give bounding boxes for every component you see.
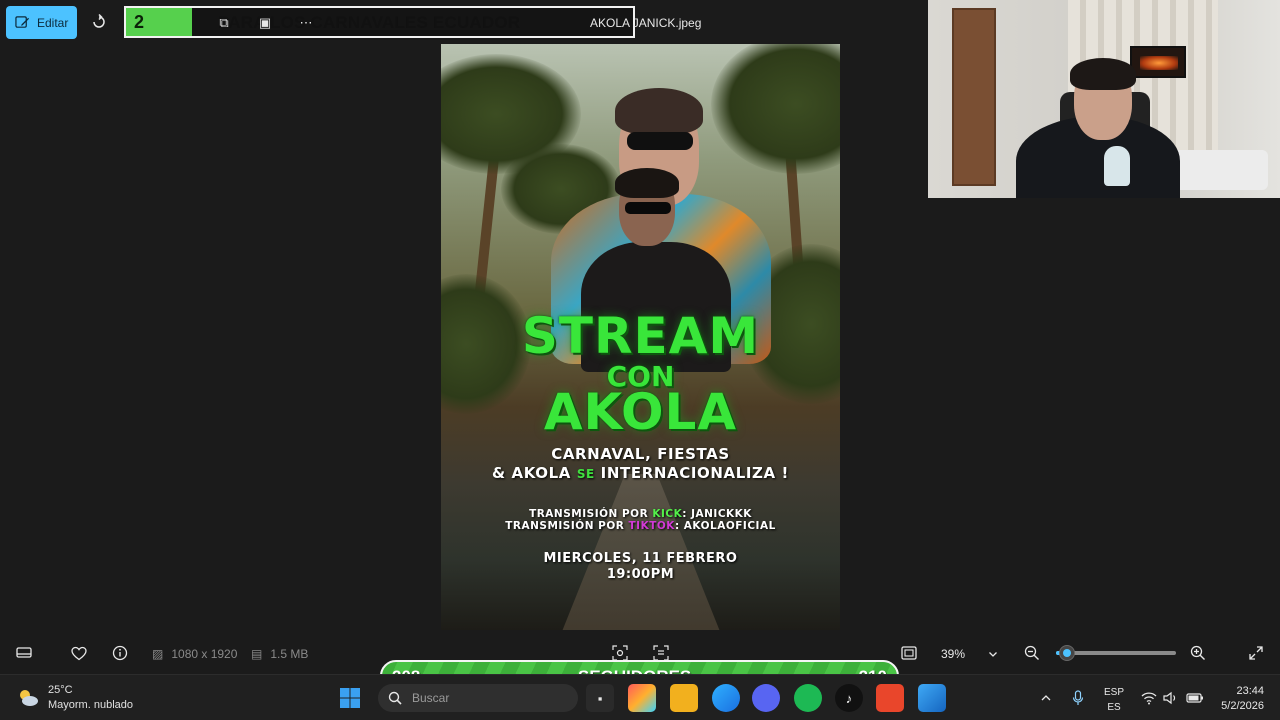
fullscreen-icon[interactable] <box>1246 643 1266 663</box>
fit-to-window-icon[interactable] <box>899 643 919 663</box>
door <box>952 8 996 186</box>
weather-desc: Mayorm. nublado <box>48 699 133 711</box>
poster-tiktok-line: TRANSMISIÓN POR TIKTOK: AKOLAOFICIAL <box>441 520 840 532</box>
tiktok-platform: TIKTOK <box>628 520 675 532</box>
zoom-out-icon[interactable] <box>1022 643 1042 663</box>
kick-suffix: : JANICKKK <box>682 508 752 520</box>
windows-logo-icon <box>340 688 360 708</box>
person-hair <box>615 168 679 198</box>
weather-temp: 25°C <box>48 684 73 696</box>
file-size-icon: ▤ <box>251 647 263 661</box>
edit-image-icon <box>15 16 30 28</box>
image-file-size: ▤ 1.5 MB <box>251 647 308 661</box>
search-icon <box>388 691 402 705</box>
image-dimensions: ▨ 1080 x 1920 <box>152 647 237 661</box>
zoom-value: 39% <box>941 647 966 661</box>
taskbar-app-edge[interactable] <box>712 684 740 712</box>
poster-subtitle-line1: CARNAVAL, FIESTAS <box>551 445 730 463</box>
filmstrip-icon[interactable] <box>14 643 34 663</box>
top-toolbar: Editar 2 PARA LOS CARNAVALES ECUADOR ⧉ ▣… <box>0 0 928 44</box>
taskbar-app-brave[interactable] <box>876 684 904 712</box>
poster-date: MIERCOLES, 11 FEBRERO <box>543 551 738 566</box>
zoom-dropdown[interactable]: 39% <box>930 640 1010 668</box>
microphone-tray[interactable] <box>1072 675 1084 720</box>
volume-tray[interactable] <box>1163 675 1179 720</box>
poster-image: STREAM CON AKOLA CARNAVAL, FIESTAS & AKO… <box>441 44 840 630</box>
edit-button[interactable]: Editar <box>6 6 77 39</box>
rotate-button[interactable] <box>88 11 110 33</box>
poster-kick-line: TRANSMISIÓN POR KICK: JANICKKK <box>441 508 840 520</box>
kick-prefix: TRANSMISIÓN POR <box>529 508 653 520</box>
zoom-slider[interactable] <box>1056 645 1176 661</box>
tiktok-suffix: : AKOLAOFICIAL <box>674 520 776 532</box>
kick-platform: KICK <box>652 508 683 520</box>
taskbar-app-copilot[interactable] <box>628 684 656 712</box>
terminal-icon: ▪ <box>597 690 603 706</box>
goal-overlay-bar: 2 PARA LOS CARNAVALES ECUADOR ⧉ ▣ ⋯ <box>124 6 635 38</box>
zoom-in-icon[interactable] <box>1188 643 1208 663</box>
lock-icon[interactable]: ▣ <box>257 15 273 31</box>
webcam-overlay <box>928 0 1280 198</box>
goal-count: 2 <box>134 12 145 32</box>
chevron-up-icon <box>1041 695 1051 701</box>
poster-title-line1: STREAM <box>521 307 760 365</box>
sunglasses <box>627 132 693 150</box>
rotate-icon <box>93 13 105 28</box>
file-size-value: 1.5 MB <box>270 647 309 661</box>
dimensions-value: 1080 x 1920 <box>171 647 238 661</box>
windows-taskbar: 25°C Mayorm. nublado Buscar ▪ ♪ ESP ES 2… <box>0 674 1280 720</box>
wifi-icon <box>1141 692 1157 705</box>
taskbar-search[interactable]: Buscar <box>378 684 578 712</box>
sunglasses <box>625 202 671 214</box>
poster-subtitle-line2: & AKOLA SE INTERNACIONALIZA ! <box>441 464 840 482</box>
info-icon[interactable] <box>110 643 130 663</box>
show-hidden-icons[interactable] <box>1040 675 1052 720</box>
battery-icon <box>1186 693 1203 703</box>
streamer-hair <box>1070 58 1136 90</box>
crop-icon[interactable]: ⧉ <box>216 15 232 31</box>
wifi-tray[interactable] <box>1141 675 1157 720</box>
taskbar-app-file-explorer[interactable] <box>670 684 698 712</box>
system-clock[interactable]: 23:44 5/2/2026 <box>1212 684 1264 714</box>
weather-widget[interactable]: 25°C Mayorm. nublado <box>16 683 133 713</box>
tiktok-prefix: TRANSMISIÓN POR <box>505 520 629 532</box>
subtitle-part-b: INTERNACIONALIZA ! <box>594 464 789 482</box>
favorite-icon[interactable] <box>69 643 89 663</box>
zoom-slider-thumb[interactable] <box>1058 645 1075 661</box>
search-placeholder: Buscar <box>412 691 450 705</box>
fireplace-tv <box>1130 46 1186 78</box>
person-hair <box>615 88 703 134</box>
more-options-icon[interactable]: ⋯ <box>298 15 314 31</box>
battery-tray[interactable] <box>1186 675 1204 720</box>
dimensions-icon: ▨ <box>152 647 164 661</box>
clock-date: 5/2/2026 <box>1221 700 1264 712</box>
file-name: AKOLA JANICK.jpeg <box>590 16 702 30</box>
microphone <box>1104 146 1130 186</box>
taskbar-app-terminal[interactable]: ▪ <box>586 684 614 712</box>
microphone-icon <box>1072 690 1084 705</box>
weather-text: 25°C Mayorm. nublado <box>48 683 133 713</box>
poster-title-line3: AKOLA <box>543 383 738 441</box>
taskbar-app-spotify[interactable] <box>794 684 822 712</box>
taskbar-app-photos[interactable] <box>918 684 946 712</box>
edit-button-label: Editar <box>37 15 69 30</box>
chevron-down-icon <box>988 648 998 662</box>
subtitle-part-a: & AKOLA <box>492 464 577 482</box>
taskbar-app-tiktok[interactable]: ♪ <box>835 684 863 712</box>
clock-time: 23:44 <box>1236 685 1264 697</box>
taskbar-app-discord[interactable] <box>752 684 780 712</box>
subtitle-se: SE <box>576 467 595 481</box>
lang-bottom: ES <box>1107 702 1121 713</box>
speaker-icon <box>1163 691 1176 705</box>
tiktok-icon: ♪ <box>845 690 853 706</box>
photos-app-window: Editar 2 PARA LOS CARNAVALES ECUADOR ⧉ ▣… <box>0 0 1280 720</box>
partly-cloudy-icon <box>20 690 38 706</box>
start-button[interactable] <box>336 684 364 712</box>
poster-time: 19:00PM <box>606 567 675 582</box>
lang-top: ESP <box>1104 687 1125 698</box>
input-language[interactable]: ESP ES <box>1104 685 1124 715</box>
